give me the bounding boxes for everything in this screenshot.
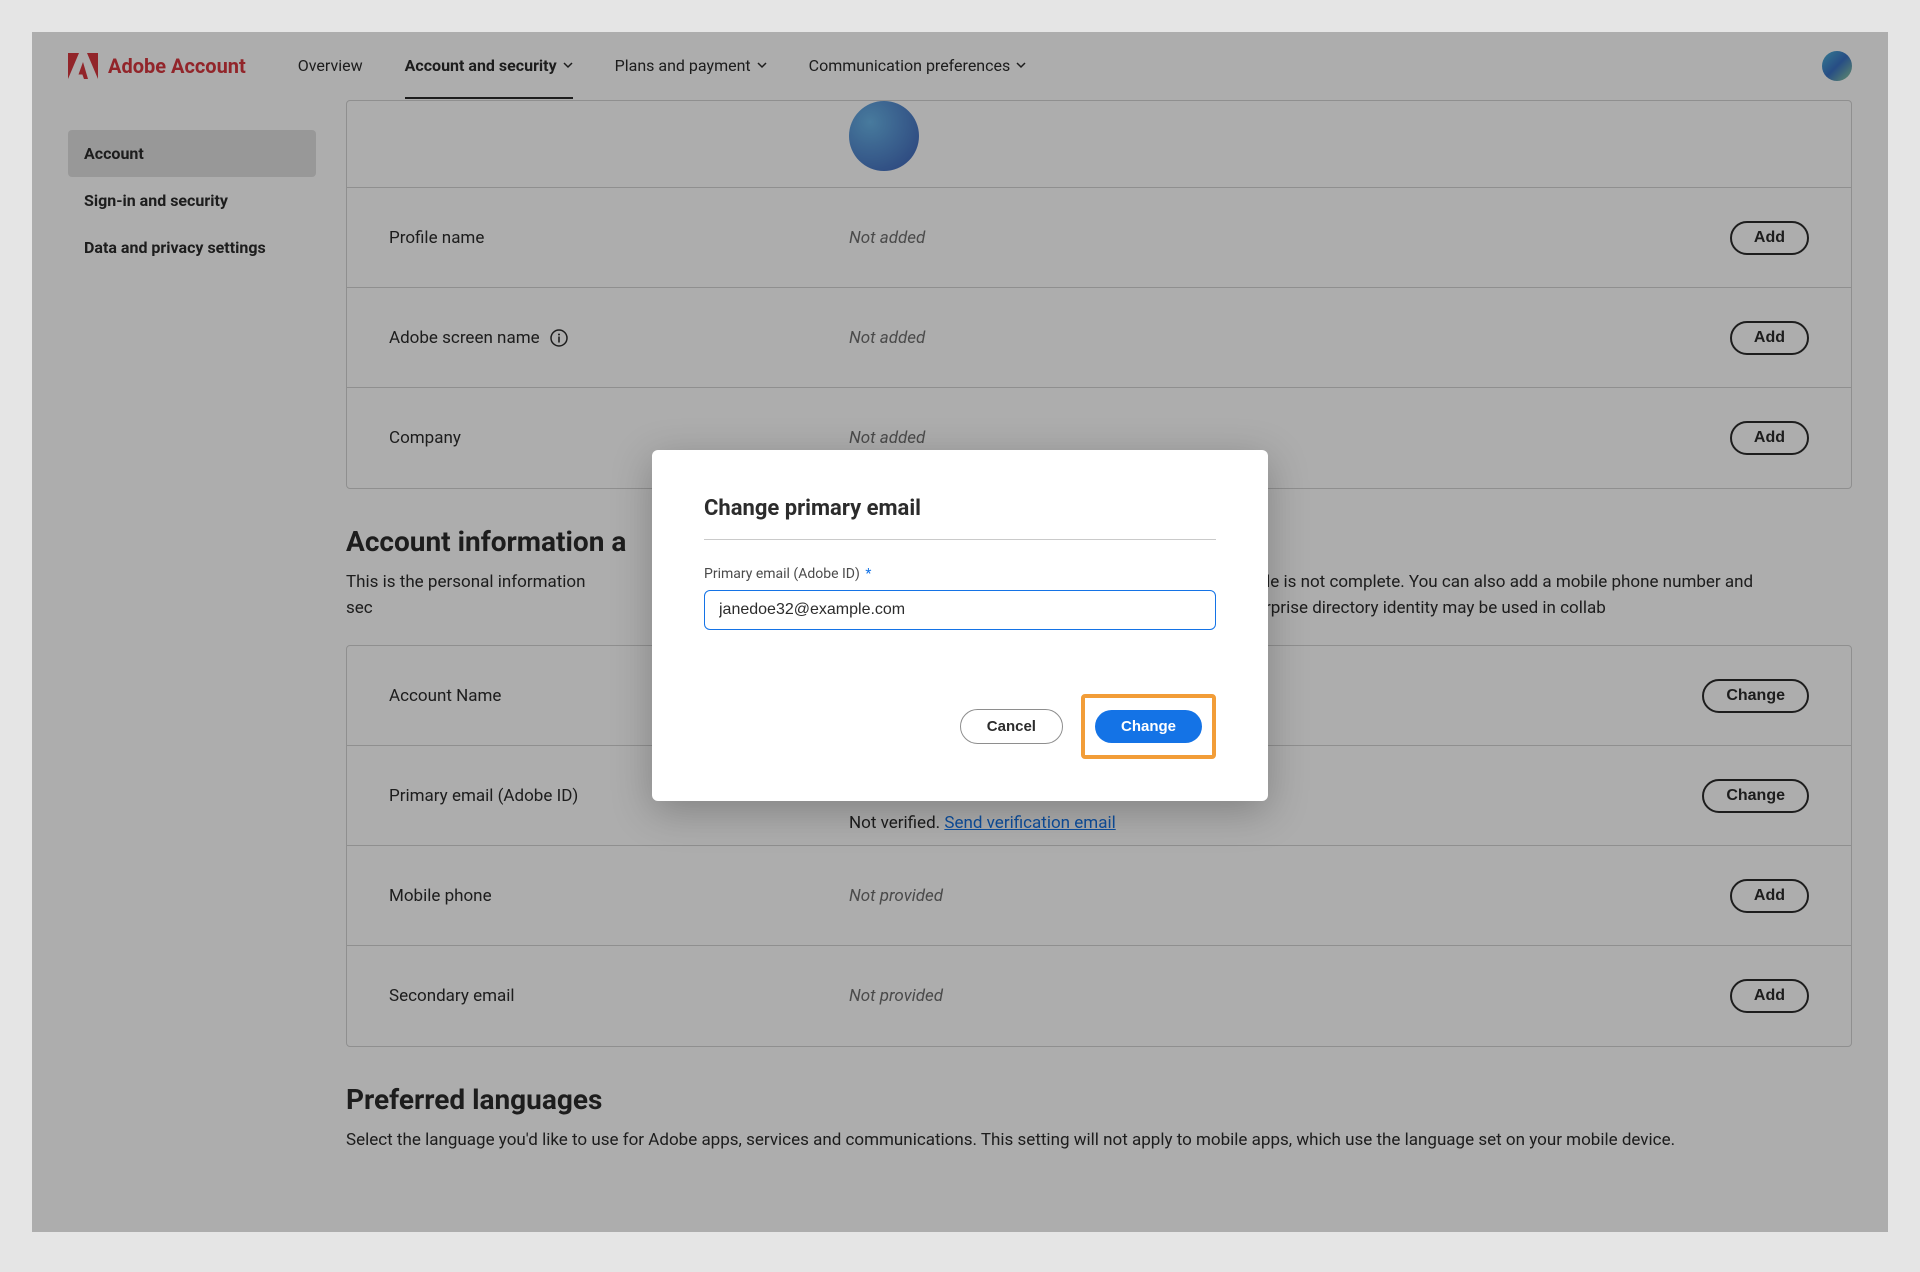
change-email-modal: Change primary email Primary email (Adob… <box>652 450 1268 801</box>
primary-email-input[interactable] <box>704 590 1216 630</box>
email-field-label: Primary email (Adobe ID) * <box>704 566 1216 582</box>
email-field-label-text: Primary email (Adobe ID) <box>704 566 860 582</box>
cancel-button[interactable]: Cancel <box>960 709 1063 744</box>
change-button[interactable]: Change <box>1095 710 1202 743</box>
modal-actions: Cancel Change <box>704 694 1216 759</box>
modal-overlay: Change primary email Primary email (Adob… <box>32 32 1888 1232</box>
modal-title: Change primary email <box>704 496 1216 540</box>
change-button-highlight: Change <box>1081 694 1216 759</box>
required-asterisk-icon: * <box>862 566 872 582</box>
